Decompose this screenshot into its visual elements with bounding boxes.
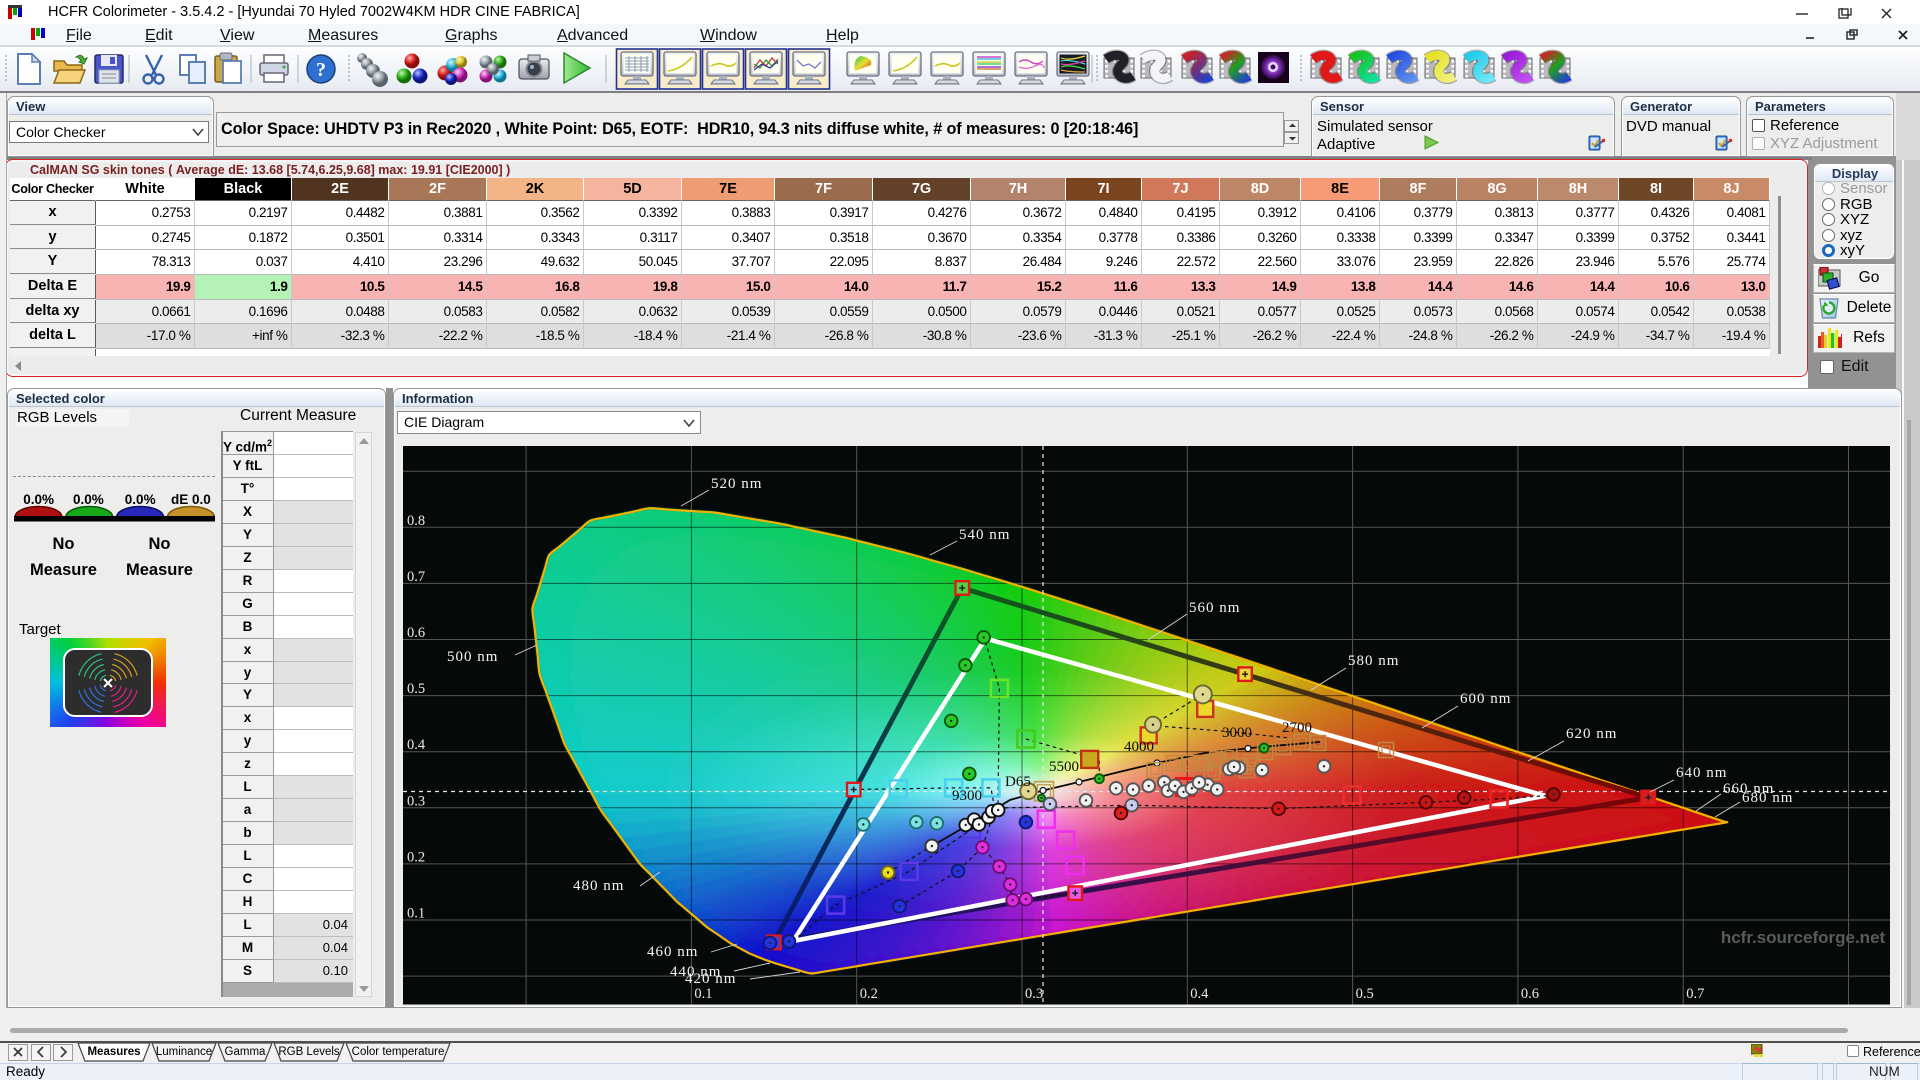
svg-text:2700: 2700 [1282,720,1312,736]
svg-text:620 nm: 620 nm [1566,726,1617,742]
svg-text:4000: 4000 [1124,739,1154,755]
svg-text:0.6: 0.6 [407,625,425,641]
svg-text:0.8: 0.8 [407,513,425,529]
svg-text:0.5: 0.5 [407,681,425,697]
svg-text:5500: 5500 [1049,759,1079,775]
svg-text:600 nm: 600 nm [1460,691,1511,707]
svg-text:0.3: 0.3 [1025,986,1043,1002]
svg-text:640 nm: 640 nm [1676,765,1727,781]
svg-text:?: ? [316,59,326,81]
svg-text:0.4: 0.4 [407,737,426,753]
svg-text:520 nm: 520 nm [711,476,762,492]
svg-text:420 nm: 420 nm [685,971,736,987]
svg-text:0.2: 0.2 [407,849,425,865]
svg-text:hcfr.sourceforge.net: hcfr.sourceforge.net [1721,928,1886,947]
svg-text:680 nm: 680 nm [1742,790,1793,806]
svg-text:3000: 3000 [1222,725,1252,741]
svg-text:0.5: 0.5 [1356,986,1374,1002]
svg-text:0.1: 0.1 [694,986,712,1002]
svg-text:0.3: 0.3 [407,793,425,809]
svg-text:560 nm: 560 nm [1189,600,1240,616]
svg-text:0.4: 0.4 [1190,986,1209,1002]
svg-text:0.6: 0.6 [1521,986,1539,1002]
svg-text:500 nm: 500 nm [447,649,498,665]
svg-text:0.2: 0.2 [860,986,878,1002]
svg-text:580 nm: 580 nm [1348,653,1399,669]
svg-text:480 nm: 480 nm [573,878,624,894]
svg-text:9300: 9300 [952,788,982,804]
svg-text:460 nm: 460 nm [647,944,698,960]
svg-text:0.7: 0.7 [407,569,425,585]
svg-text:0.1: 0.1 [407,906,425,922]
svg-text:540 nm: 540 nm [959,527,1010,543]
svg-text:D65: D65 [1005,774,1031,790]
svg-text:0.7: 0.7 [1686,986,1704,1002]
